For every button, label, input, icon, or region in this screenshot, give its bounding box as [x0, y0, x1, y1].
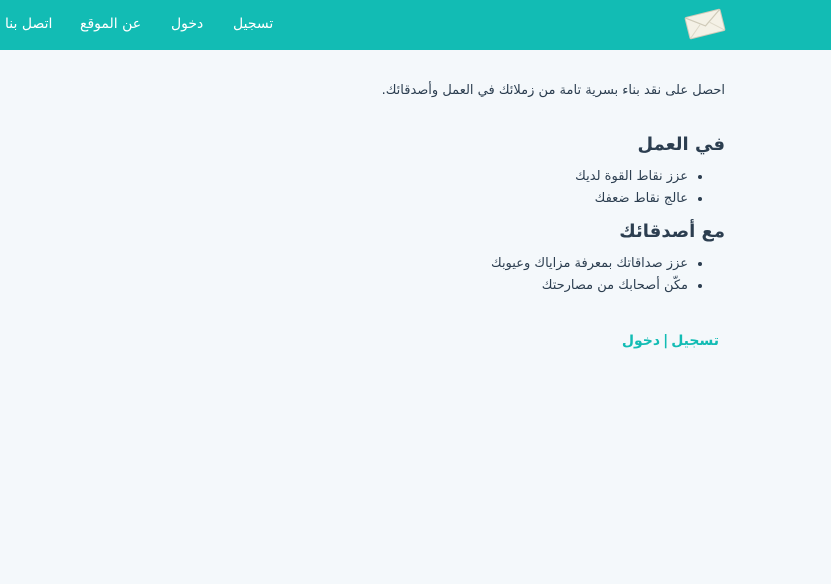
- nav-login-link[interactable]: دخول: [171, 15, 203, 33]
- footer-register-link[interactable]: تسجيل: [671, 333, 719, 349]
- list-item: عالج نقاط ضعفك: [575, 188, 688, 210]
- envelope-icon[interactable]: [684, 8, 726, 40]
- friends-benefits-list: عزز صداقاتك بمعرفة مزاياك وعيوبك مكّن أص…: [491, 253, 706, 297]
- nav-contact-link[interactable]: اتصل بنا: [5, 15, 52, 33]
- work-benefits-list: عزز نقاط القوة لديك عالج نقاط ضعفك: [575, 166, 706, 210]
- footer-separator: |: [663, 333, 669, 349]
- nav-register-link[interactable]: تسجيل: [233, 15, 273, 33]
- section-heading-work: في العمل: [637, 134, 726, 155]
- footer-auth-links: تسجيل|دخول: [622, 332, 719, 350]
- intro-text: احصل على نقد بناء بسرية تامة من زملائك ف…: [381, 83, 725, 98]
- list-item: عزز نقاط القوة لديك: [575, 166, 688, 188]
- main-content: احصل على نقد بناء بسرية تامة من زملائك ف…: [0, 50, 831, 584]
- top-navbar: تسجيل دخول عن الموقع اتصل بنا: [0, 0, 831, 50]
- list-item: مكّن أصحابك من مصارحتك: [491, 275, 688, 297]
- footer-login-link[interactable]: دخول: [622, 333, 660, 349]
- list-item: عزز صداقاتك بمعرفة مزاياك وعيوبك: [491, 253, 688, 275]
- section-heading-friends: مع أصدقائك: [619, 221, 725, 242]
- nav-about-link[interactable]: عن الموقع: [80, 15, 141, 33]
